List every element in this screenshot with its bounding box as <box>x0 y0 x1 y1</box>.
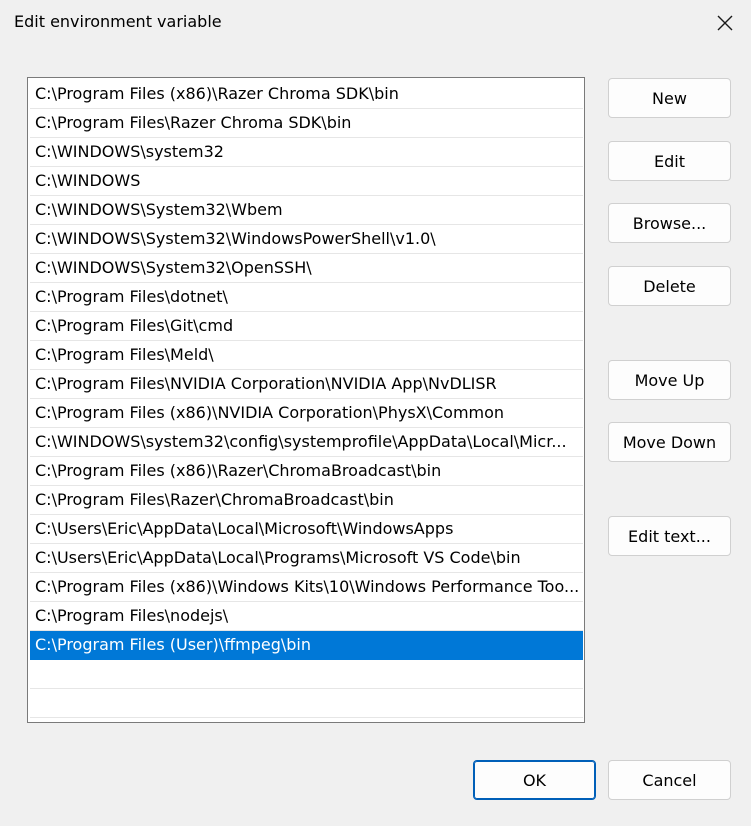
list-item[interactable]: C:\Program Files (x86)\NVIDIA Corporatio… <box>30 399 583 428</box>
list-item[interactable]: C:\Program Files\Razer\ChromaBroadcast\b… <box>30 486 583 515</box>
list-item[interactable]: C:\Program Files\Meld\ <box>30 341 583 370</box>
move-down-button[interactable]: Move Down <box>608 422 731 462</box>
list-item[interactable]: C:\Users\Eric\AppData\Local\Programs\Mic… <box>30 544 583 573</box>
list-item[interactable]: C:\Program Files (x86)\Windows Kits\10\W… <box>30 573 583 602</box>
list-item[interactable]: C:\Program Files (x86)\Razer Chroma SDK\… <box>30 80 583 109</box>
list-item[interactable]: C:\Program Files\Git\cmd <box>30 312 583 341</box>
new-button[interactable]: New <box>608 78 731 118</box>
list-item[interactable] <box>30 689 583 718</box>
close-icon <box>717 15 733 31</box>
list-item[interactable]: C:\Users\Eric\AppData\Local\Microsoft\Wi… <box>30 515 583 544</box>
list-item[interactable]: C:\Program Files (x86)\Razer\ChromaBroad… <box>30 457 583 486</box>
list-item[interactable]: C:\Program Files\Razer Chroma SDK\bin <box>30 109 583 138</box>
list-item[interactable]: C:\WINDOWS\system32 <box>30 138 583 167</box>
edit-button[interactable]: Edit <box>608 141 731 181</box>
list-item[interactable]: C:\WINDOWS\System32\Wbem <box>30 196 583 225</box>
list-item[interactable]: C:\WINDOWS\system32\config\systemprofile… <box>30 428 583 457</box>
edit-environment-variable-dialog: Edit environment variable C:\Program Fil… <box>0 0 751 826</box>
list-item[interactable]: C:\WINDOWS\System32\WindowsPowerShell\v1… <box>30 225 583 254</box>
list-item[interactable]: C:\Program Files\nodejs\ <box>30 602 583 631</box>
cancel-button[interactable]: Cancel <box>608 760 731 800</box>
list-item[interactable]: C:\WINDOWS <box>30 167 583 196</box>
list-item[interactable]: C:\Program Files\NVIDIA Corporation\NVID… <box>30 370 583 399</box>
browse-button[interactable]: Browse... <box>608 203 731 243</box>
path-list[interactable]: C:\Program Files (x86)\Razer Chroma SDK\… <box>27 77 585 723</box>
list-item[interactable]: C:\Program Files\dotnet\ <box>30 283 583 312</box>
list-item[interactable]: C:\WINDOWS\System32\OpenSSH\ <box>30 254 583 283</box>
delete-button[interactable]: Delete <box>608 266 731 306</box>
window-title: Edit environment variable <box>14 12 222 31</box>
title-bar: Edit environment variable <box>0 0 751 46</box>
list-item[interactable]: C:\Program Files (User)\ffmpeg\bin <box>30 631 583 660</box>
edit-text-button[interactable]: Edit text... <box>608 516 731 556</box>
ok-button[interactable]: OK <box>473 760 596 800</box>
list-item[interactable] <box>30 660 583 689</box>
close-button[interactable] <box>705 4 745 42</box>
move-up-button[interactable]: Move Up <box>608 360 731 400</box>
